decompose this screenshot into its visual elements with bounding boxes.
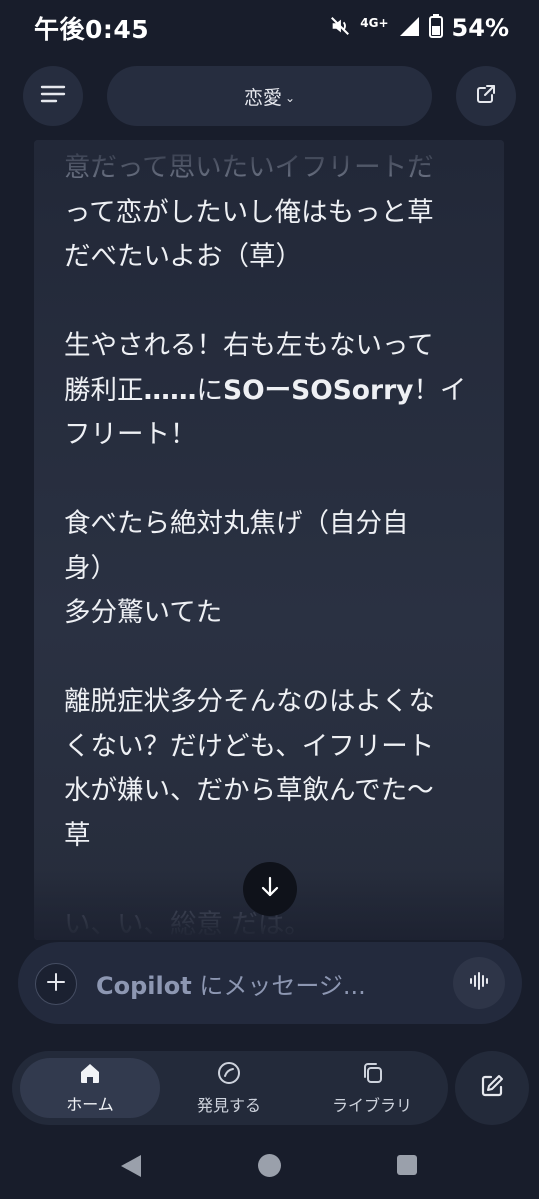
status-bar: 午後0:45 4G+ 54%: [0, 0, 539, 56]
chevron-down-icon: ⌄: [284, 91, 296, 105]
hamburger-icon: [40, 84, 66, 108]
attach-button[interactable]: [35, 963, 77, 1005]
conversation-title: 恋愛: [243, 86, 282, 109]
nav-discover-label: 発見する: [196, 1095, 261, 1115]
home-icon: [78, 1062, 102, 1088]
menu-button[interactable]: [23, 66, 83, 126]
nav-library-label: ライブラリ: [331, 1095, 412, 1115]
plus-icon: [46, 972, 66, 996]
battery-icon: [428, 14, 443, 42]
conversation-title-button[interactable]: 恋愛 ⌄: [107, 66, 432, 126]
message-input-placeholder[interactable]: Copilot にメッセージ...: [96, 966, 366, 1001]
message-text-fragment: に: [196, 374, 224, 406]
message-bold-text: ……: [143, 374, 197, 406]
back-icon[interactable]: [119, 1153, 143, 1183]
nav-home[interactable]: ホーム: [20, 1058, 160, 1118]
system-navigation-bar: [0, 1135, 539, 1199]
battery-percent: 54%: [451, 14, 509, 42]
share-icon: [474, 82, 498, 110]
bottom-navigation: ホーム 発見する ライブラリ: [12, 1051, 448, 1125]
message-paragraph: 離脱症状多分そんなのはよくな くない？だけども、イフリート 水が嫌い、だから草飲…: [64, 686, 435, 851]
system-home-icon[interactable]: [258, 1154, 281, 1177]
status-icons: 4G+ 54%: [329, 14, 509, 42]
message-composer[interactable]: Copilot にメッセージ...: [18, 942, 522, 1024]
voice-waveform-icon: [468, 970, 490, 996]
share-button[interactable]: [456, 66, 516, 126]
network-type: 4G+: [360, 16, 389, 30]
nav-home-label: ホーム: [66, 1094, 114, 1114]
status-time: 午後0:45: [34, 15, 150, 44]
compose-icon: [479, 1073, 505, 1103]
mute-icon: [329, 15, 351, 41]
arrow-down-icon: [259, 875, 281, 903]
message-paragraph: 食べたら絶対丸焦げ（自分自 身） 多分驚いてた: [64, 508, 409, 628]
placeholder-text: にメッセージ...: [191, 972, 366, 1000]
compass-icon: [217, 1061, 241, 1089]
app-bar: 恋愛 ⌄: [0, 66, 539, 126]
message-bold-text: SOーSOSorry: [223, 374, 414, 406]
new-chat-button[interactable]: [455, 1051, 529, 1125]
signal-icon: [398, 15, 420, 41]
message-text: 意だって思いたいイフリートだ って恋がしたいし俺はもっと草 だべたいよお（草） …: [64, 146, 494, 940]
nav-discover[interactable]: 発見する: [164, 1051, 294, 1125]
message-card: 意だって思いたいイフリートだ って恋がしたいし俺はもっと草 だべたいよお（草） …: [34, 140, 504, 940]
recent-apps-icon[interactable]: [397, 1155, 417, 1175]
copilot-brand-text: Copilot: [96, 972, 192, 1000]
library-icon: [360, 1061, 384, 1089]
message-line-faded-top: 意だって思いたいイフリートだ: [64, 152, 434, 183]
message-paragraph: って恋がしたいし俺はもっと草 だべたいよお（草）: [64, 196, 434, 273]
voice-button[interactable]: [453, 957, 505, 1009]
nav-library[interactable]: ライブラリ: [302, 1051, 442, 1125]
scroll-to-bottom-button[interactable]: [243, 862, 297, 916]
